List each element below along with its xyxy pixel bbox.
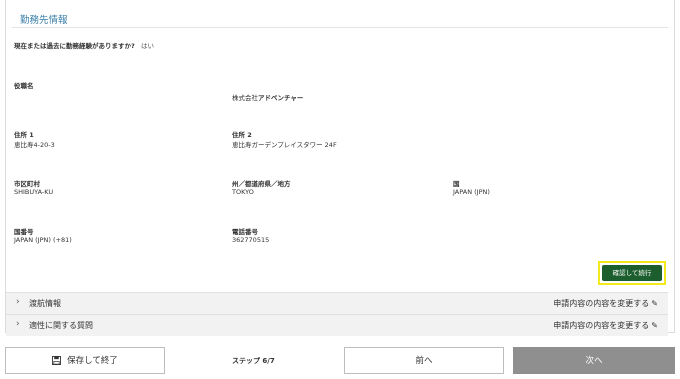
edit-link-label: 申請内容の内容を変更する xyxy=(553,321,650,330)
confirm-highlight: 確認して続行 xyxy=(598,261,666,285)
company-prefix: 株式会社 xyxy=(232,94,258,102)
section-divider xyxy=(12,27,668,28)
experience-answer: はい xyxy=(141,42,155,50)
accordion-title: 渡航情報 xyxy=(29,299,61,308)
next-button[interactable]: 次へ xyxy=(513,347,675,374)
address1-value: 恵比寿4-20-3 xyxy=(14,141,55,149)
state-label: 州／都道府県／地方 xyxy=(232,180,291,188)
address2-value: 恵比寿ガーデンプレイスタワー 24F xyxy=(232,141,337,149)
country-value: JAPAN (JPN) xyxy=(453,188,490,196)
pencil-icon: ✎ xyxy=(651,321,658,330)
chevron-right-icon: › xyxy=(16,319,20,329)
country-code-label: 国番号 xyxy=(14,228,34,236)
save-disk-icon xyxy=(52,356,62,365)
accordion-title: 適性に関する質問 xyxy=(29,321,93,330)
city-value: SHIBUYA-KU xyxy=(14,188,54,196)
edit-link[interactable]: 申請内容の内容を変更する ✎ xyxy=(553,298,658,309)
previous-button[interactable]: 前へ xyxy=(344,347,504,374)
accordion-travel-info[interactable]: › 渡航情報 申請内容の内容を変更する ✎ xyxy=(6,292,668,314)
accordion-eligibility-questions[interactable]: › 適性に関する質問 申請内容の内容を変更する ✎ xyxy=(6,314,668,336)
experience-question: 現在または過去に勤務経験がありますか? はい xyxy=(14,40,154,50)
save-label: 保存して終了 xyxy=(67,356,118,366)
edit-link[interactable]: 申請内容の内容を変更する ✎ xyxy=(553,320,658,331)
state-value: TOKYO xyxy=(232,188,254,196)
country-label: 国 xyxy=(453,180,460,188)
section-title: 勤務先情報 xyxy=(20,15,68,26)
address2-label: 住所 2 xyxy=(232,131,252,139)
phone-label: 電話番号 xyxy=(232,228,258,236)
confirm-continue-button[interactable]: 確認して続行 xyxy=(602,265,662,281)
company-name-value: 株式会社アドベンチャー xyxy=(232,92,303,102)
save-and-exit-button[interactable]: 保存して終了 xyxy=(5,347,165,374)
address1-label: 住所 1 xyxy=(14,131,34,139)
job-title-label: 役職名 xyxy=(14,82,34,90)
company-name: アドベンチャー xyxy=(258,94,304,102)
phone-value: 362770515 xyxy=(232,236,270,244)
country-code-value: JAPAN (JPN) (+81) xyxy=(14,236,72,244)
chevron-right-icon: › xyxy=(16,297,20,307)
step-indicator: ステップ 6/7 xyxy=(232,357,275,365)
city-label: 市区町村 xyxy=(14,180,40,188)
edit-link-label: 申請内容の内容を変更する xyxy=(553,299,650,308)
experience-question-text: 現在または過去に勤務経験がありますか? xyxy=(14,42,135,50)
pencil-icon: ✎ xyxy=(651,299,658,308)
